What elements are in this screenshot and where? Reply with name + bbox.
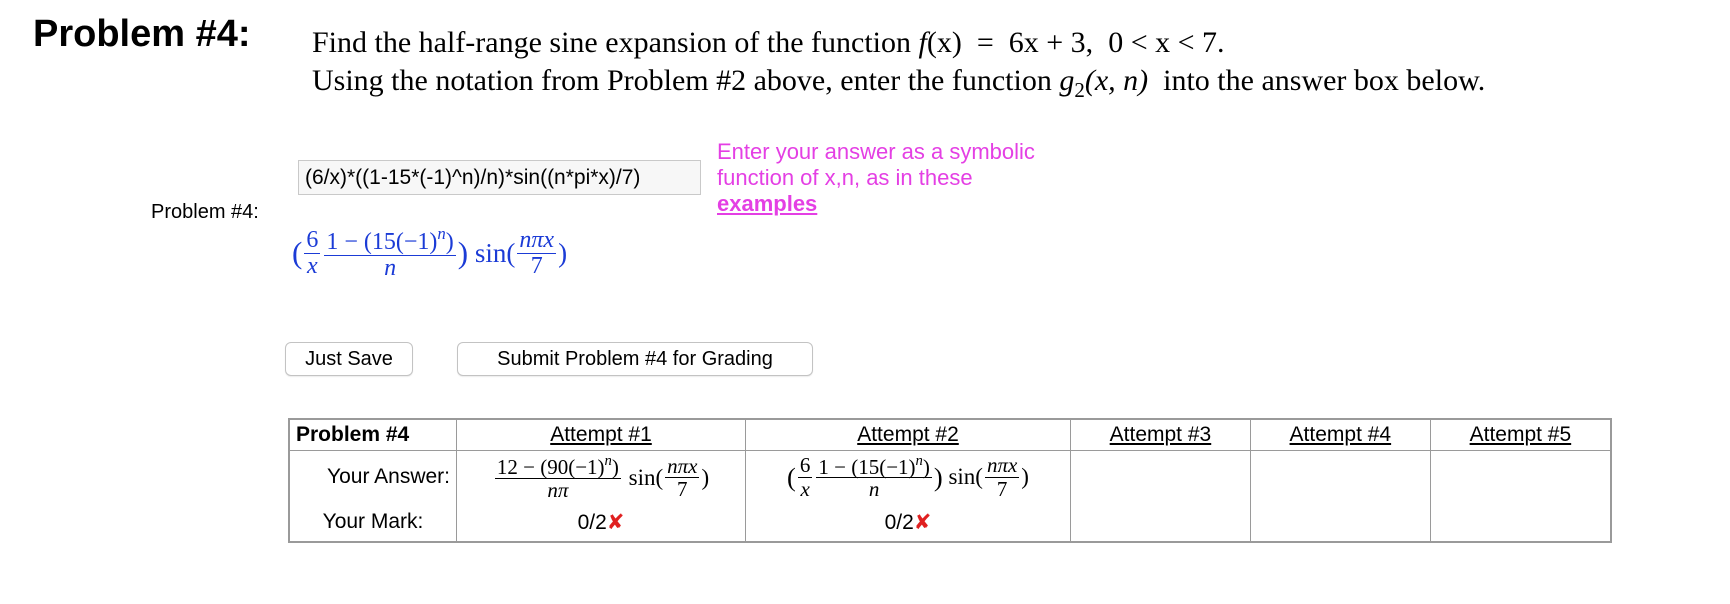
attempt-2-answer: ( 6 x 1 − (15(−1)n) n ) sin( nπx 7 )	[745, 450, 1071, 503]
attempt-3-mark	[1070, 503, 1251, 543]
attempts-table: Problem #4 Attempt #1 Attempt #2 Attempt…	[288, 418, 1612, 543]
statement-line-2: Using the notation from Problem #2 above…	[312, 64, 1486, 102]
attempt-5-answer	[1429, 450, 1612, 503]
wrong-icon: ✘	[913, 510, 932, 534]
problem-statement: Find the half-range sine expansion of th…	[312, 24, 1485, 109]
answer-hint: Enter your answer as a symbolic function…	[717, 139, 1035, 216]
answers-row: Your Answer: 12 − (90(−1)n) nπ sin( nπx …	[288, 450, 1612, 503]
wrong-icon: ✘	[606, 510, 625, 534]
attempt-2-mark: 0/2✘	[745, 503, 1071, 543]
just-save-button[interactable]: Just Save	[285, 342, 413, 376]
statement-line-1: Find the half-range sine expansion of th…	[312, 26, 1225, 59]
attempt-4-mark	[1249, 503, 1431, 543]
attempt-1-mark: 0/2✘	[456, 503, 746, 543]
answer-input[interactable]	[298, 160, 701, 195]
attempt-2-link[interactable]: Attempt #2	[857, 423, 959, 446]
attempt-3-link[interactable]: Attempt #3	[1110, 423, 1212, 446]
problem-label: Problem #4:	[151, 201, 259, 223]
examples-link[interactable]: examples	[717, 191, 817, 216]
marks-row: Your Mark: 0/2✘ 0/2✘	[288, 503, 1612, 543]
attempt-4-answer	[1249, 450, 1431, 503]
attempt-3-answer	[1070, 450, 1251, 503]
problem-title: Problem #4:	[33, 13, 251, 55]
table-row-header: Problem #4	[288, 418, 457, 451]
submit-for-grading-button[interactable]: Submit Problem #4 for Grading	[457, 342, 813, 376]
attempt-1-answer: 12 − (90(−1)n) nπ sin( nπx 7 )	[456, 450, 746, 503]
your-mark-label: Your Mark:	[288, 503, 457, 543]
answer-preview: ( 6 x 1 − (15(−1)n) n ) sin( nπx 7 )	[292, 224, 568, 282]
attempt-5-mark	[1429, 503, 1612, 543]
attempt-5-link[interactable]: Attempt #5	[1470, 423, 1572, 446]
your-answer-label: Your Answer:	[288, 450, 457, 503]
attempt-1-link[interactable]: Attempt #1	[550, 423, 652, 446]
attempt-4-link[interactable]: Attempt #4	[1290, 423, 1392, 446]
attempts-header-row: Problem #4 Attempt #1 Attempt #2 Attempt…	[288, 418, 1612, 451]
